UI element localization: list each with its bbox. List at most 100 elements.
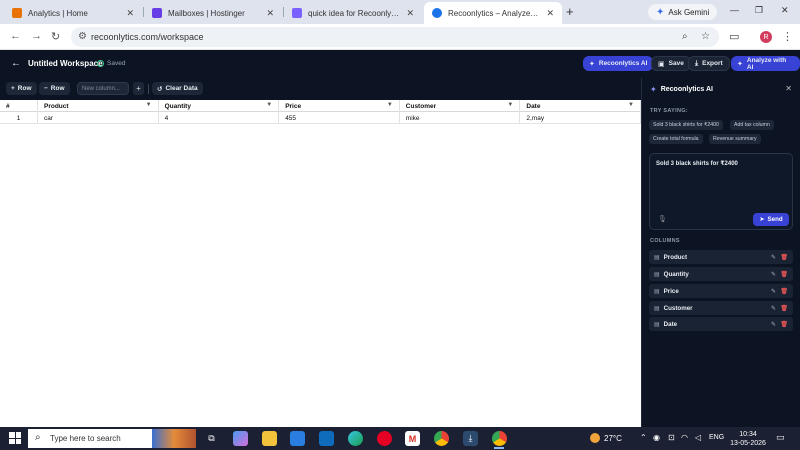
volume-icon[interactable]: ◁: [695, 433, 701, 442]
suggestion-chip[interactable]: Create total formula: [649, 134, 703, 144]
notification-icon[interactable]: ▭: [776, 432, 785, 443]
split-view-icon[interactable]: ▭: [729, 30, 739, 43]
tab-recoonlytics[interactable]: Recoonlytics – Analyze, Clean & ✕: [424, 2, 562, 24]
tab-analytics[interactable]: Analytics | Home ✕: [4, 2, 142, 24]
workspace-title[interactable]: Untitled Workspace: [28, 59, 103, 68]
tab-close-icon[interactable]: ✕: [406, 8, 414, 19]
add-column-button[interactable]: +: [133, 82, 144, 95]
close-window-icon[interactable]: ✕: [781, 5, 789, 16]
outlook-icon[interactable]: [319, 431, 334, 446]
chrome-active-icon[interactable]: [492, 431, 507, 446]
column-doc-icon: ▤: [654, 271, 660, 278]
ai-prompt-textarea[interactable]: Sold 3 black shirts for ₹2400 🎙 ➤ Send: [649, 153, 793, 230]
edit-column-icon[interactable]: ✎: [771, 305, 776, 312]
edit-column-icon[interactable]: ✎: [771, 254, 776, 261]
site-info-icon[interactable]: ⚙: [78, 31, 87, 42]
tab-close-icon[interactable]: ✕: [126, 8, 134, 19]
system-clock[interactable]: 10:34 13-05-2026: [728, 430, 768, 448]
delete-column-icon[interactable]: 🗑: [780, 271, 788, 278]
column-item-price[interactable]: ▤ Price ✎ 🗑: [649, 284, 793, 298]
remove-row-button[interactable]: − Row: [39, 82, 70, 95]
back-arrow-icon[interactable]: ←: [11, 58, 21, 69]
column-header-customer[interactable]: Customer ▼: [400, 100, 521, 112]
table-cell-customer[interactable]: mike: [400, 112, 521, 124]
delete-column-icon[interactable]: 🗑: [780, 305, 788, 312]
microphone-icon[interactable]: 🎙: [658, 215, 667, 223]
tab-close-icon[interactable]: ✕: [546, 8, 554, 19]
weather-widget[interactable]: 27°C: [590, 433, 622, 443]
suggestion-chip[interactable]: Revenue summary: [709, 134, 761, 144]
column-header-date[interactable]: Date ▼: [520, 100, 641, 112]
reload-icon[interactable]: ↻: [51, 30, 60, 43]
column-item-label: Date: [663, 320, 678, 328]
new-column-input[interactable]: New column...: [77, 82, 129, 95]
filter-icon[interactable]: ▼: [628, 102, 634, 108]
table-cell-date[interactable]: 2,may: [520, 112, 641, 124]
gmail-icon[interactable]: M: [405, 431, 420, 446]
file-explorer-icon[interactable]: [262, 431, 277, 446]
clear-data-button[interactable]: ↺ Clear Data: [152, 82, 203, 95]
wifi-icon[interactable]: ◠: [681, 433, 688, 442]
tab-close-icon[interactable]: ✕: [266, 8, 274, 19]
profile-avatar[interactable]: R: [760, 31, 772, 43]
send-button[interactable]: ➤ Send: [753, 213, 789, 226]
task-view-icon[interactable]: ⧉: [204, 431, 219, 446]
edit-column-icon[interactable]: ✎: [771, 321, 776, 328]
zoom-search-icon[interactable]: ⌕: [682, 31, 688, 42]
column-header-quantity[interactable]: Quantity ▼: [159, 100, 280, 112]
minimize-icon[interactable]: —: [730, 5, 739, 15]
filter-icon[interactable]: ▼: [387, 102, 393, 108]
filter-icon[interactable]: ▼: [507, 102, 513, 108]
focus-icon[interactable]: ◉: [653, 433, 660, 442]
download-icon: ⤓: [695, 59, 699, 67]
restore-icon[interactable]: ❐: [755, 5, 763, 16]
suggestion-chip[interactable]: Sold 3 black shirts for ₹2400: [649, 120, 723, 130]
windows-taskbar: ⌕ Type here to search ⧉ M ⤓ 27°C ⌃ ◉ ⊡ ◠…: [0, 427, 800, 450]
ask-gemini-button[interactable]: ✦ Ask Gemini: [648, 4, 718, 20]
tab-hostinger[interactable]: Mailboxes | Hostinger ✕: [144, 2, 282, 24]
menu-kebab-icon[interactable]: ⋮: [782, 30, 793, 43]
downloads-icon[interactable]: ⤓: [463, 431, 478, 446]
bookmark-star-icon[interactable]: ☆: [701, 31, 710, 42]
forward-nav-icon[interactable]: →: [31, 30, 42, 42]
filter-icon[interactable]: ▼: [266, 102, 272, 108]
recoonlytics-ai-button[interactable]: ✦ Recoonlytics AI: [583, 56, 654, 71]
edit-column-icon[interactable]: ✎: [771, 288, 776, 295]
language-indicator[interactable]: ENG: [709, 434, 724, 441]
table-cell-product[interactable]: car: [38, 112, 159, 124]
column-item-customer[interactable]: ▤ Customer ✎ 🗑: [649, 301, 793, 315]
export-button[interactable]: ⤓ Export: [688, 56, 730, 71]
column-header-product[interactable]: Product ▼: [38, 100, 159, 112]
network-icon[interactable]: ⊡: [668, 433, 675, 442]
address-bar[interactable]: ⚙ recoonlytics.com/workspace ⌕ ☆: [71, 27, 719, 47]
chrome-icon[interactable]: [434, 431, 449, 446]
back-nav-icon[interactable]: ←: [10, 30, 21, 42]
column-item-date[interactable]: ▤ Date ✎ 🗑: [649, 317, 793, 331]
save-button[interactable]: ▣ Save: [651, 56, 691, 71]
table-cell-quantity[interactable]: 4: [159, 112, 280, 124]
add-row-button[interactable]: + Row: [6, 82, 37, 95]
taskbar-search-box[interactable]: ⌕ Type here to search: [28, 429, 196, 448]
windows-start-icon[interactable]: [9, 432, 21, 444]
browser-tab-strip: Analytics | Home ✕ Mailboxes | Hostinger…: [0, 0, 800, 24]
close-panel-icon[interactable]: ✕: [785, 84, 792, 93]
delete-column-icon[interactable]: 🗑: [780, 321, 788, 328]
copilot-icon[interactable]: [233, 431, 248, 446]
table-cell-price[interactable]: 455: [279, 112, 400, 124]
edit-column-icon[interactable]: ✎: [771, 271, 776, 278]
analyze-with-ai-button[interactable]: ✦ Analyze with AI: [731, 56, 800, 71]
edge-browser-icon[interactable]: [348, 431, 363, 446]
filter-icon[interactable]: ▼: [146, 102, 152, 108]
delete-column-icon[interactable]: 🗑: [780, 254, 788, 261]
column-header-label: Price: [285, 102, 302, 110]
pinterest-icon[interactable]: [377, 431, 392, 446]
column-item-quantity[interactable]: ▤ Quantity ✎ 🗑: [649, 267, 793, 281]
microsoft-store-icon[interactable]: [290, 431, 305, 446]
delete-column-icon[interactable]: 🗑: [780, 288, 788, 295]
tray-chevron-icon[interactable]: ⌃: [640, 433, 647, 442]
tab-quick-idea[interactable]: quick idea for Recoonlytics - co ✕: [284, 2, 422, 24]
column-item-product[interactable]: ▤ Product ✎ 🗑: [649, 250, 793, 264]
column-header-price[interactable]: Price ▼: [279, 100, 400, 112]
new-tab-button[interactable]: +: [566, 4, 574, 19]
suggestion-chip[interactable]: Add tax column: [730, 120, 774, 130]
